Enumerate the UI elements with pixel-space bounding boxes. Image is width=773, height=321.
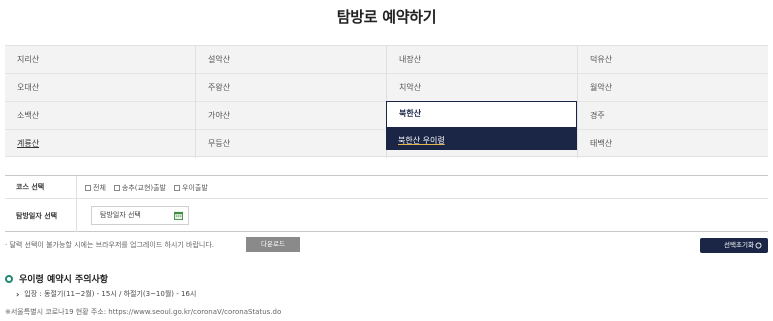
mountain-gyeryongsan[interactable]: 계룡산 [5,130,195,158]
date-label: 탐방일자 선택 [5,199,77,232]
footer-note: ※서울특별시 코로나19 현황 주소: https://www.seoul.go… [5,308,282,316]
course-option-ui[interactable]: 우이출발 [174,183,208,193]
course-option-label: 송추(교현)출발 [121,183,166,192]
browser-notice: · 달력 선택이 불가능할 시에는 브라우저를 업그레이드 하시기 바랍니다. [5,241,215,249]
mountain-jirisan[interactable]: 지리산 [5,46,195,74]
course-option-label: 우이출발 [182,183,208,192]
calendar-icon[interactable] [174,211,183,220]
course-row: 코스 선택 전체 송추(교현)출발 우이출발 [5,176,768,199]
chevron-right-icon: › [16,289,20,299]
course-options: 전체 송추(교현)출발 우이출발 [85,176,216,199]
checkbox-icon[interactable] [174,184,180,191]
caution-item-text: 입장 : 동절기(11~2월) - 15시 / 하절기(3~10월) - 16시 [24,290,197,298]
date-input[interactable]: 탐방일자 선택 [91,206,189,225]
mountain-naejangsan[interactable]: 내장산 [386,46,577,74]
caution-item: › 입장 : 동절기(11~2월) - 15시 / 하절기(3~10월) - 1… [16,289,196,299]
mountain-gyeongju[interactable]: 경주 [577,102,768,130]
mountain-deogyusan[interactable]: 덕유산 [577,46,768,74]
checkbox-icon[interactable] [85,184,91,191]
mountain-woraksan[interactable]: 월악산 [577,74,768,102]
reset-selection-button[interactable]: 선택초기화 [700,238,768,253]
course-option-songchu[interactable]: 송추(교현)출발 [113,183,166,193]
course-label: 코스 선택 [5,176,77,198]
mountain-row: 오대산 주왕산 치악산 월악산 [5,74,768,102]
mountain-gayasan[interactable]: 가야산 [195,102,386,130]
mountain-odaesan[interactable]: 오대산 [5,74,195,102]
reservation-form: 코스 선택 전체 송추(교현)출발 우이출발 탐방일자 선택 탐방일자 선택 [5,175,768,232]
reset-label: 선택초기화 [724,242,754,249]
course-option-label: 전체 [93,183,106,192]
dropdown-option-uiryeong[interactable]: 북한산 우이령 [398,130,445,152]
bullet-circle-icon [5,274,13,283]
date-placeholder: 탐방일자 선택 [100,211,141,219]
checkbox-icon[interactable] [113,184,120,191]
caution-title-text: 우이령 예약시 주의사항 [19,275,109,285]
download-button[interactable]: 다운로드 [246,237,300,252]
mountain-juwangsan[interactable]: 주왕산 [195,74,386,102]
course-option-all[interactable]: 전체 [85,183,106,193]
page-title: 탐방로 예약하기 [336,8,437,26]
mountain-bukhansan-selected[interactable]: 북한산 [386,101,577,128]
mountain-sobaeksan[interactable]: 소백산 [5,102,195,130]
bukhansan-dropdown: 북한산 우이령 [386,128,577,150]
mountain-taebaeksan[interactable]: 태백산 [577,130,768,158]
refresh-icon [755,242,762,249]
mountain-row: 지리산 설악산 내장산 덕유산 [5,46,768,74]
caution-heading: 우이령 예약시 주의사항 [5,272,108,285]
mountain-seoraksan[interactable]: 설악산 [195,46,386,74]
date-row: 탐방일자 선택 탐방일자 선택 [5,199,768,232]
mountain-mudeungsan[interactable]: 무등산 [195,130,386,158]
mountain-chiaksan[interactable]: 치악산 [386,74,577,102]
